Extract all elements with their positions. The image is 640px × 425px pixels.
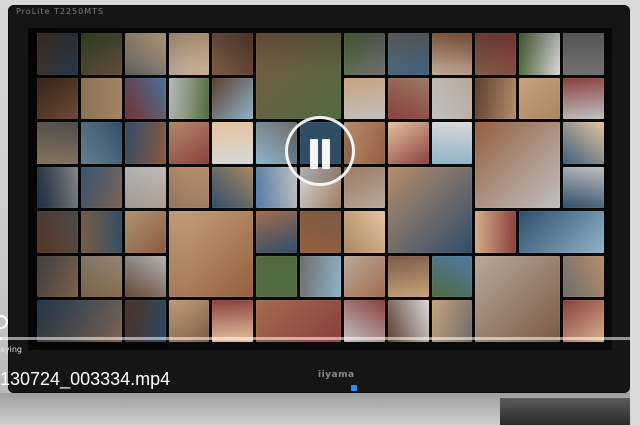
- photo-thumbnail: [519, 77, 561, 120]
- photo-thumbnail: [387, 255, 429, 298]
- photo-thumbnail: [124, 300, 166, 342]
- photo-thumbnail: [475, 122, 561, 209]
- photo-thumbnail: [475, 211, 517, 253]
- photo-thumbnail: [37, 255, 78, 298]
- photo-grid: [36, 32, 606, 344]
- photo-thumbnail: [256, 255, 298, 298]
- photo-thumbnail: [80, 122, 122, 164]
- photo-thumbnail: [37, 300, 122, 342]
- desk-object: [500, 398, 640, 425]
- photo-thumbnail: [212, 33, 254, 75]
- photo-thumbnail: [212, 122, 254, 164]
- pause-icon: [310, 139, 318, 169]
- pause-button[interactable]: [285, 116, 355, 186]
- photo-thumbnail: [431, 300, 473, 342]
- photo-thumbnail: [387, 122, 429, 164]
- photo-thumbnail: [80, 255, 122, 298]
- photo-thumbnail: [124, 33, 166, 75]
- photo-thumbnail: [168, 122, 210, 164]
- photo-thumbnail: [563, 300, 604, 342]
- photo-thumbnail: [475, 33, 517, 75]
- photo-thumbnail: [212, 166, 254, 209]
- photo-thumbnail: [37, 166, 78, 209]
- photo-thumbnail: [124, 166, 166, 209]
- photo-thumbnail: [168, 211, 254, 298]
- photo-thumbnail: [212, 77, 254, 120]
- photo-thumbnail: [563, 255, 604, 298]
- monitor-brand: iiyama: [318, 370, 355, 380]
- monitor-model-label: ProLite T2250MTS: [16, 7, 105, 16]
- window-edge: [630, 0, 640, 425]
- photo-thumbnail: [37, 77, 78, 120]
- photo-thumbnail: [256, 166, 298, 209]
- photo-thumbnail: [563, 166, 604, 209]
- photo-thumbnail: [124, 122, 166, 164]
- photo-thumbnail: [37, 211, 78, 253]
- photo-thumbnail: [431, 77, 473, 120]
- photo-thumbnail: [168, 33, 210, 75]
- photo-thumbnail: [80, 211, 122, 253]
- photo-thumbnail: [475, 77, 517, 120]
- photo-thumbnail: [519, 33, 561, 75]
- photo-thumbnail: [256, 211, 298, 253]
- photo-thumbnail: [343, 33, 385, 75]
- photo-thumbnail: [168, 166, 210, 209]
- timeline-progress: [0, 337, 2, 340]
- photo-thumbnail: [387, 300, 429, 342]
- photo-thumbnail: [431, 33, 473, 75]
- photo-thumbnail: [343, 166, 385, 209]
- photo-thumbnail: [519, 211, 604, 253]
- photo-thumbnail: [431, 122, 473, 164]
- photo-thumbnail: [343, 300, 385, 342]
- playback-status: aying: [0, 345, 23, 354]
- photo-thumbnail: [387, 77, 429, 120]
- photo-thumbnail: [80, 77, 122, 120]
- photo-thumbnail: [563, 77, 604, 120]
- photo-thumbnail: [80, 33, 122, 75]
- photo-thumbnail: [300, 255, 341, 298]
- photo-thumbnail: [168, 77, 210, 120]
- photo-thumbnail: [124, 211, 166, 253]
- video-filename: 130724_003334.mp4: [0, 369, 171, 389]
- photo-thumbnail: [475, 255, 561, 342]
- photo-thumbnail: [256, 300, 341, 342]
- pause-icon-bar: [322, 139, 330, 169]
- photo-thumbnail: [37, 122, 78, 164]
- photo-thumbnail: [124, 77, 166, 120]
- photo-thumbnail: [37, 33, 78, 75]
- photo-thumbnail: [563, 33, 604, 75]
- photo-thumbnail: [124, 255, 166, 298]
- photo-thumbnail: [431, 255, 473, 298]
- photo-thumbnail: [80, 166, 122, 209]
- photo-thumbnail: [387, 166, 473, 253]
- video-frame[interactable]: [28, 28, 612, 350]
- photo-thumbnail: [343, 211, 385, 253]
- photo-thumbnail: [168, 300, 210, 342]
- power-led: [351, 385, 357, 391]
- photo-thumbnail: [300, 211, 341, 253]
- photo-thumbnail: [343, 77, 385, 120]
- photo-thumbnail: [387, 33, 429, 75]
- photo-thumbnail: [343, 255, 385, 298]
- photo-thumbnail: [563, 122, 604, 164]
- photo-thumbnail: [256, 33, 341, 120]
- photo-thumbnail: [212, 300, 254, 342]
- timeline[interactable]: [0, 337, 640, 340]
